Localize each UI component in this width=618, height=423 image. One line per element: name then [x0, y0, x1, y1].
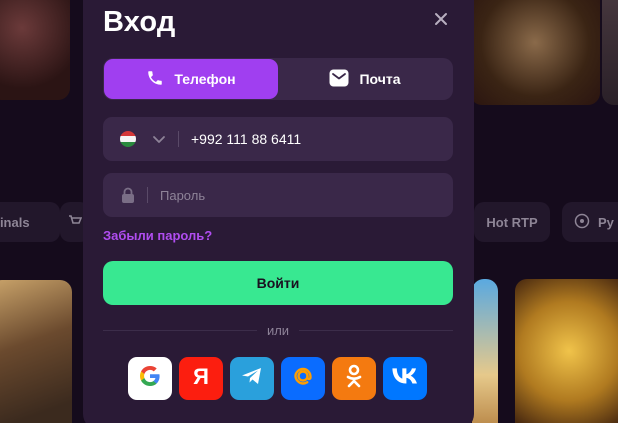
- game-thumbnail[interactable]: [602, 0, 618, 105]
- modal-title: Вход: [103, 6, 176, 38]
- category-chip-providers[interactable]: Py: [562, 202, 618, 242]
- or-divider: или: [103, 322, 454, 338]
- phone-input[interactable]: +992 111 88 6411: [191, 131, 301, 147]
- game-thumbnail[interactable]: [0, 280, 72, 423]
- telegram-icon: [240, 365, 264, 392]
- svg-text:Я: Я: [193, 364, 209, 388]
- field-divider: [147, 187, 148, 203]
- chip-label: Py: [598, 214, 614, 230]
- mailru-icon: [290, 363, 316, 394]
- game-thumbnail[interactable]: [470, 0, 600, 105]
- vk-icon: [392, 368, 418, 389]
- lock-icon: [121, 187, 135, 203]
- mailru-login-button[interactable]: [281, 357, 325, 400]
- phone-icon: [146, 69, 164, 90]
- google-login-button[interactable]: [128, 357, 172, 400]
- chevron-down-icon[interactable]: [152, 132, 166, 146]
- cart-icon: [68, 214, 83, 231]
- vk-login-button[interactable]: [383, 357, 427, 400]
- tab-email[interactable]: Почта: [278, 59, 452, 99]
- odnoklassniki-login-button[interactable]: [332, 357, 376, 400]
- tajikistan-flag-icon[interactable]: [120, 131, 136, 147]
- chip-label: Hot RTP: [486, 214, 538, 230]
- google-icon: [138, 364, 162, 393]
- yandex-icon: Я: [190, 364, 212, 393]
- tab-phone-label: Телефон: [174, 71, 236, 87]
- password-field[interactable]: Пароль: [103, 173, 453, 217]
- providers-icon: [574, 213, 590, 232]
- social-login-buttons: Я: [128, 357, 427, 400]
- password-input[interactable]: Пароль: [160, 188, 205, 203]
- game-thumbnail[interactable]: [515, 279, 618, 423]
- close-button[interactable]: [430, 10, 452, 32]
- login-button[interactable]: Войти: [103, 261, 453, 305]
- chip-label: ginals: [0, 214, 30, 230]
- login-modal: Вход Телефон Почта +992 111 88 6411 Паро…: [83, 0, 474, 423]
- tab-email-label: Почта: [359, 71, 401, 87]
- game-thumbnail[interactable]: [472, 279, 498, 423]
- forgot-password-link[interactable]: Забыли пароль?: [103, 228, 212, 243]
- or-label: или: [266, 322, 290, 338]
- tab-phone[interactable]: Телефон: [104, 59, 278, 99]
- category-chip-originals[interactable]: ginals: [0, 202, 60, 242]
- mail-icon: [329, 69, 349, 90]
- close-icon: [434, 12, 448, 31]
- phone-field[interactable]: +992 111 88 6411: [103, 117, 453, 161]
- telegram-login-button[interactable]: [230, 357, 274, 400]
- category-chip-hot-rtp[interactable]: Hot RTP: [474, 202, 550, 242]
- odnoklassniki-icon: [343, 363, 365, 394]
- login-method-tabs: Телефон Почта: [103, 58, 453, 100]
- yandex-login-button[interactable]: Я: [179, 357, 223, 400]
- field-divider: [178, 131, 179, 147]
- game-thumbnail[interactable]: [0, 0, 70, 100]
